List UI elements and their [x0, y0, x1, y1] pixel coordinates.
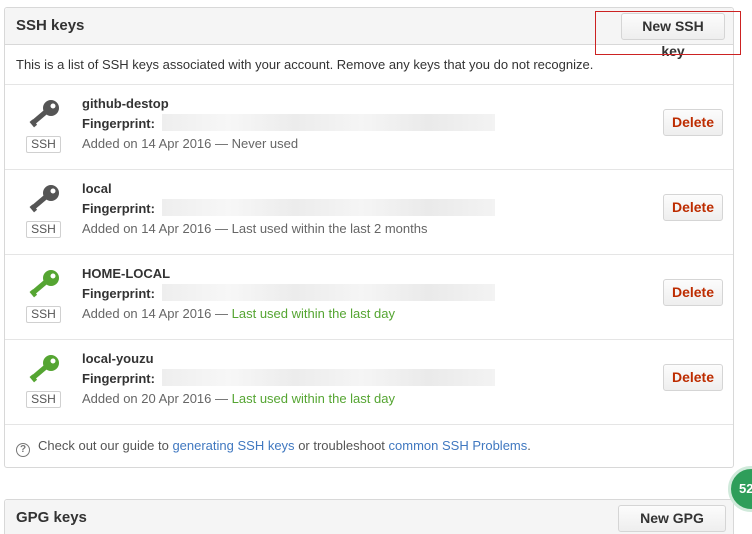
key-title: local-youzu [82, 351, 154, 366]
ssh-keys-intro: This is a list of SSH keys associated wi… [16, 57, 594, 72]
last-used: Last used within the last day [231, 306, 395, 321]
key-icon [29, 355, 59, 383]
common-ssh-problems-link[interactable]: common SSH Problems [389, 438, 528, 453]
help-prefix: Check out our guide to [38, 438, 169, 453]
key-icon [29, 100, 59, 128]
added-date: Added on 14 Apr 2016 — [82, 136, 229, 151]
ssh-badge: SSH [26, 306, 61, 323]
ssh-key-row: SSH local Fingerprint: Added on 14 Apr 2… [5, 170, 733, 255]
gpg-keys-header: GPG keys New GPG key [5, 500, 733, 534]
ssh-keys-title: SSH keys [16, 17, 85, 34]
delete-key-button[interactable]: Delete [663, 279, 723, 306]
help-middle: or troubleshoot [298, 438, 385, 453]
last-used: Last used within the last day [231, 391, 395, 406]
ssh-key-row: SSH HOME-LOCAL Fingerprint: Added on 14 … [5, 255, 733, 340]
question-icon: ? [16, 443, 30, 457]
fingerprint-redacted [162, 199, 495, 216]
fingerprint-redacted [162, 369, 495, 386]
ssh-badge: SSH [26, 136, 61, 153]
fingerprint-label: Fingerprint: [82, 371, 155, 386]
generating-ssh-keys-link[interactable]: generating SSH keys [172, 438, 294, 453]
key-icon [29, 185, 59, 213]
key-added-text: Added on 14 Apr 2016 — Last used within … [82, 221, 427, 236]
ssh-help-text: ? Check out our guide to generating SSH k… [16, 438, 531, 457]
key-icon [29, 270, 59, 298]
added-date: Added on 14 Apr 2016 — [82, 221, 229, 236]
fingerprint-redacted [162, 284, 495, 301]
ssh-badge: SSH [26, 221, 61, 238]
fingerprint-redacted [162, 114, 495, 131]
last-used: Never used [231, 136, 299, 151]
added-date: Added on 14 Apr 2016 — [82, 306, 229, 321]
fingerprint-label: Fingerprint: [82, 201, 155, 216]
new-gpg-key-button[interactable]: New GPG key [618, 505, 726, 532]
help-suffix: . [527, 438, 531, 453]
ssh-keys-panel: SSH keys New SSH key This is a list of S… [4, 7, 734, 468]
key-added-text: Added on 14 Apr 2016 — Never used [82, 136, 298, 151]
ssh-key-row: SSH local-youzu Fingerprint: Added on 20… [5, 340, 733, 425]
ssh-badge: SSH [26, 391, 61, 408]
key-title: github-destop [82, 96, 169, 111]
delete-key-button[interactable]: Delete [663, 364, 723, 391]
delete-key-button[interactable]: Delete [663, 194, 723, 221]
highlight-annotation [595, 11, 741, 55]
fingerprint-label: Fingerprint: [82, 286, 155, 301]
gpg-keys-title: GPG keys [16, 509, 87, 526]
last-used: Last used within the last 2 months [231, 221, 428, 236]
gpg-keys-panel: GPG keys New GPG key [4, 499, 734, 534]
added-date: Added on 20 Apr 2016 — [82, 391, 229, 406]
key-added-text: Added on 14 Apr 2016 — Last used within … [82, 306, 395, 321]
ssh-key-row: SSH github-destop Fingerprint: Added on … [5, 85, 733, 170]
delete-key-button[interactable]: Delete [663, 109, 723, 136]
key-added-text: Added on 20 Apr 2016 — Last used within … [82, 391, 395, 406]
fingerprint-label: Fingerprint: [82, 116, 155, 131]
key-title: HOME-LOCAL [82, 266, 171, 281]
key-title: local [82, 181, 112, 196]
